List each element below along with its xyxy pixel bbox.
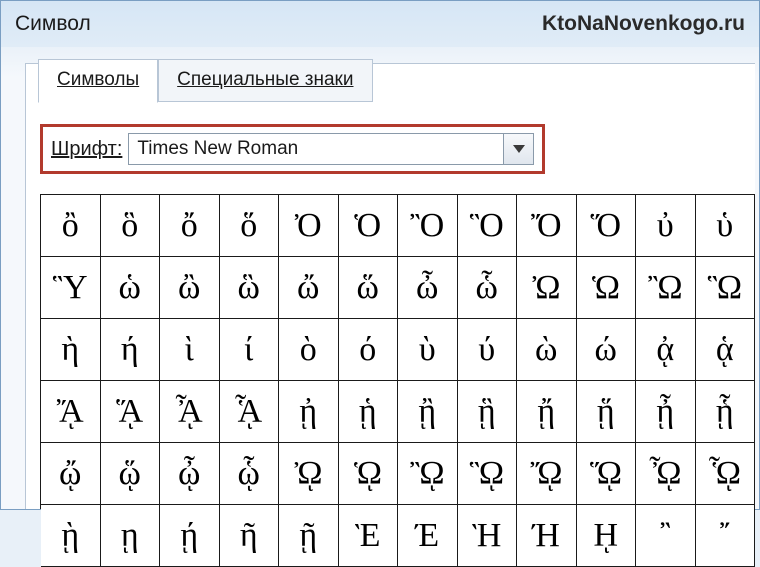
char-cell[interactable]: ᾀ — [636, 319, 696, 381]
char-cell[interactable]: Ὃ — [458, 195, 518, 257]
char-cell[interactable]: ᾩ — [339, 443, 399, 505]
char-cell[interactable]: ᾁ — [696, 319, 756, 381]
char-cell[interactable]: Ὓ — [41, 257, 101, 319]
char-cell[interactable]: ᾓ — [458, 381, 518, 443]
char-cell[interactable]: ὧ — [458, 257, 518, 319]
char-cell[interactable]: ὑ — [696, 195, 756, 257]
char-cell[interactable]: ὄ — [160, 195, 220, 257]
char-cell[interactable]: ᾪ — [398, 443, 458, 505]
char-cell[interactable]: ᾮ — [636, 443, 696, 505]
char-cell[interactable]: ή — [101, 319, 161, 381]
char-cell[interactable]: ᾯ — [696, 443, 756, 505]
char-cell[interactable]: ᾒ — [398, 381, 458, 443]
char-cell[interactable]: ῂ — [41, 505, 101, 567]
char-cell[interactable]: Ὅ — [577, 195, 637, 257]
char-cell[interactable]: ὐ — [636, 195, 696, 257]
char-cell[interactable]: ᾏ — [220, 381, 280, 443]
char-cell[interactable]: Ὀ — [279, 195, 339, 257]
char-cell[interactable]: ώ — [577, 319, 637, 381]
char-cell[interactable]: ᾌ — [41, 381, 101, 443]
char-cell[interactable]: ᾐ — [279, 381, 339, 443]
char-cell[interactable]: ᾔ — [517, 381, 577, 443]
char-cell[interactable]: ᾍ — [101, 381, 161, 443]
char-cell[interactable]: ὤ — [279, 257, 339, 319]
char-cell[interactable]: Ὣ — [696, 257, 756, 319]
char-cell[interactable]: ὣ — [220, 257, 280, 319]
char-cell[interactable]: ᾫ — [458, 443, 518, 505]
char-cell[interactable]: ῎ — [696, 505, 756, 567]
char-cell[interactable]: ᾑ — [339, 381, 399, 443]
char-cell[interactable]: ῆ — [220, 505, 280, 567]
char-cell[interactable]: ὃ — [101, 195, 161, 257]
char-cell[interactable]: ί — [220, 319, 280, 381]
char-cell[interactable]: ῌ — [577, 505, 637, 567]
char-cell[interactable]: ὦ — [398, 257, 458, 319]
char-cell[interactable]: ὶ — [160, 319, 220, 381]
char-cell[interactable]: Ὲ — [339, 505, 399, 567]
tab-strip: Символы Специальные знаки — [38, 59, 373, 102]
char-cell[interactable]: ῄ — [160, 505, 220, 567]
char-cell[interactable]: ό — [339, 319, 399, 381]
font-dropdown[interactable]: Times New Roman — [128, 133, 534, 165]
char-cell[interactable]: ᾤ — [41, 443, 101, 505]
char-cell[interactable]: ᾕ — [577, 381, 637, 443]
font-row-highlight: Шрифт: Times New Roman — [40, 124, 545, 174]
tab-symbols-label: Символы — [57, 69, 139, 90]
title-bar: Символ KtoNaNovenkogo.ru — [1, 1, 759, 47]
tab-symbols[interactable]: Символы — [38, 59, 158, 103]
char-cell[interactable]: ὡ — [101, 257, 161, 319]
char-cell[interactable]: ᾭ — [577, 443, 637, 505]
char-cell[interactable]: Ὂ — [398, 195, 458, 257]
char-cell[interactable]: ᾬ — [517, 443, 577, 505]
main-panel: Символы Специальные знаки Шрифт: Times N… — [25, 63, 755, 509]
char-cell[interactable]: ύ — [458, 319, 518, 381]
char-cell[interactable]: ᾎ — [160, 381, 220, 443]
char-cell[interactable]: ᾥ — [101, 443, 161, 505]
char-cell[interactable]: ὂ — [41, 195, 101, 257]
font-dropdown-value: Times New Roman — [129, 134, 503, 164]
char-cell[interactable]: ὺ — [398, 319, 458, 381]
watermark-text: KtoNaNovenkogo.ru — [542, 12, 745, 36]
char-cell[interactable]: ὴ — [41, 319, 101, 381]
char-cell[interactable]: Ή — [517, 505, 577, 567]
char-cell[interactable]: ὸ — [279, 319, 339, 381]
dialog-title: Символ — [15, 12, 91, 36]
font-label: Шрифт: — [51, 138, 122, 161]
char-cell[interactable]: ὅ — [220, 195, 280, 257]
char-cell[interactable]: ῇ — [279, 505, 339, 567]
char-cell[interactable]: Ὠ — [517, 257, 577, 319]
symbol-dialog: Символ KtoNaNovenkogo.ru Символы Специал… — [0, 0, 760, 510]
char-cell[interactable]: Ὢ — [636, 257, 696, 319]
char-cell[interactable]: ὼ — [517, 319, 577, 381]
char-cell[interactable]: Ὴ — [458, 505, 518, 567]
char-cell[interactable]: Έ — [398, 505, 458, 567]
tab-special-chars[interactable]: Специальные знаки — [158, 59, 372, 102]
character-grid: ὂὃὄὅὈὉὊὋὌὍὐὑ ὛὡὢὣὤὥὦὧὨὩὪὫὴήὶίὸόὺύὼώᾀᾁ ᾌᾍᾎᾏ… — [40, 194, 755, 509]
char-cell[interactable]: ῃ — [101, 505, 161, 567]
char-cell[interactable]: ᾧ — [220, 443, 280, 505]
char-cell[interactable]: ᾖ — [636, 381, 696, 443]
char-cell[interactable]: ὥ — [339, 257, 399, 319]
char-cell[interactable]: ῍ — [636, 505, 696, 567]
font-label-accel: Ш — [51, 138, 69, 160]
char-cell[interactable]: ᾦ — [160, 443, 220, 505]
char-cell[interactable]: ᾗ — [696, 381, 756, 443]
char-cell[interactable]: Ὡ — [577, 257, 637, 319]
font-label-rest: рифт: — [69, 138, 122, 160]
char-cell[interactable]: ὢ — [160, 257, 220, 319]
chevron-down-icon[interactable] — [503, 134, 533, 164]
char-cell[interactable]: Ὄ — [517, 195, 577, 257]
char-cell[interactable]: ᾨ — [279, 443, 339, 505]
char-cell[interactable]: Ὁ — [339, 195, 399, 257]
tab-special-label: Специальные знаки — [177, 69, 353, 90]
